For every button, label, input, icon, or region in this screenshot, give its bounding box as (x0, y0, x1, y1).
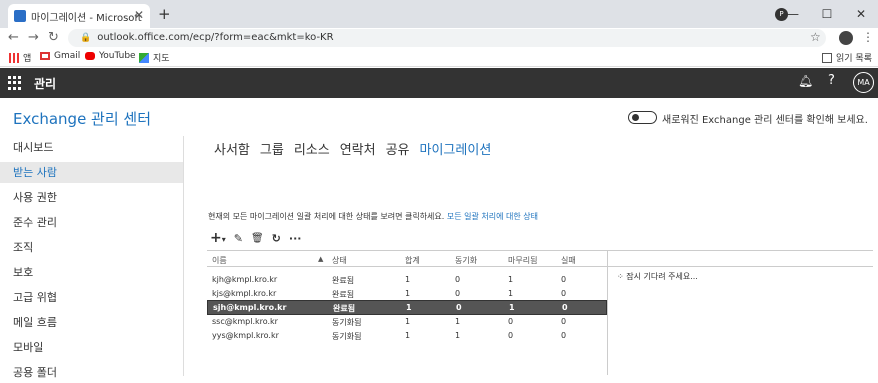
recipient-tabs: 사서함 그룹 리소스 연락처 공유 마이그레이션 (214, 139, 501, 158)
sidebar-item-protection[interactable]: 보호 (0, 262, 183, 283)
new-eac-toggle[interactable] (628, 111, 657, 124)
url-text: outlook.office.com/ecp/?form=eac&mkt=ko-… (97, 32, 334, 43)
col-failed[interactable]: 실패 (561, 255, 576, 266)
detail-loading: ⁘ 잠시 기다려 주세요... (617, 272, 698, 281)
reading-list[interactable]: 읽기 목록 (822, 51, 872, 64)
sidebar-item-permissions[interactable]: 사용 권한 (0, 187, 183, 208)
close-window-icon[interactable]: ✕ (844, 7, 878, 21)
table-header: 이름 ▲ 상태 합계 동기화 마무리됨 실패 (207, 250, 607, 267)
sidebar-item-dashboard[interactable]: 대시보드 (0, 137, 183, 158)
new-eac-toggle-label: 새로워진 Exchange 관리 센터를 확인해 보세요. (662, 115, 868, 126)
maximize-icon[interactable]: ☐ (810, 7, 844, 21)
avatar[interactable]: MA (853, 72, 874, 93)
back-icon[interactable]: ← (8, 30, 19, 45)
col-name[interactable]: 이름 (212, 255, 227, 266)
bookmark-youtube[interactable]: YouTube (85, 51, 136, 61)
notification-bell-icon[interactable]: 🔔︎ (798, 74, 813, 88)
maps-icon (139, 52, 149, 63)
tab-groups[interactable]: 그룹 (260, 139, 284, 158)
refresh-icon[interactable]: ↻ (272, 232, 281, 245)
sidebar-item-compliance[interactable]: 준수 관리 (0, 212, 183, 233)
info-text: 현재의 모든 마이그레이션 일괄 처리에 대한 상태를 보려면 클릭하세요. (208, 212, 445, 221)
app-name[interactable]: 관리 (34, 75, 56, 92)
spinner-icon: ⁘ (617, 272, 624, 281)
sort-asc-icon[interactable]: ▲ (318, 255, 323, 263)
all-batches-status-link[interactable]: 모든 일괄 처리에 대한 상태 (447, 212, 538, 221)
browser-tab-bar: 마이그레이션 - Microsoft Exchange ✕ + P — ☐ ✕ (0, 0, 878, 28)
page-title: Exchange 관리 센터 (13, 110, 152, 128)
forward-icon[interactable]: → (28, 30, 39, 45)
account-icon[interactable] (839, 31, 853, 45)
sidebar-item-advanced-threats[interactable]: 고급 위협 (0, 287, 183, 308)
sidebar-item-organization[interactable]: 조직 (0, 237, 183, 258)
minimize-icon[interactable]: — (776, 7, 810, 21)
address-bar-row: ← → ↻ 🔒 outlook.office.com/ecp/?form=eac&… (0, 28, 878, 48)
table-row[interactable]: yys@kmpl.kro.kr 동기화됨 1 1 0 0 (207, 329, 607, 342)
reload-icon[interactable]: ↻ (48, 30, 59, 45)
table-row-selected[interactable]: sjh@kmpl.kro.kr 완료됨 1 0 1 0 (207, 300, 607, 315)
table-row[interactable]: kjs@kmpl.kro.kr 완료됨 1 0 1 0 (207, 287, 607, 300)
bookmark-apps[interactable]: 앱 (9, 51, 31, 64)
sidebar-item-public-folders[interactable]: 공용 폴더 (0, 362, 183, 383)
help-icon[interactable]: ? (828, 73, 835, 88)
bookmarks-bar: 앱 Gmail YouTube 지도 읽기 목록 (0, 48, 878, 67)
new-tab-icon[interactable]: + (158, 5, 171, 23)
add-button[interactable]: +▾ (210, 230, 226, 246)
sidebar-divider (183, 136, 184, 376)
tab-contacts[interactable]: 연락처 (340, 139, 376, 158)
delete-icon[interactable]: 🗑 (251, 233, 264, 244)
gmail-icon (40, 52, 50, 60)
table-row[interactable]: ssc@kmpl.kro.kr 동기화됨 1 1 0 0 (207, 315, 607, 328)
tab-shared[interactable]: 공유 (386, 139, 410, 158)
toolbar: +▾ ✎ 🗑 ↻ ··· (210, 230, 301, 246)
sidebar-item-mobile[interactable]: 모바일 (0, 337, 183, 358)
sidebar-item-mail-flow[interactable]: 메일 흐름 (0, 312, 183, 333)
toggle-knob (632, 114, 639, 121)
tab-title: 마이그레이션 - Microsoft Exchange (31, 12, 143, 24)
reading-list-icon (822, 52, 832, 63)
app-top-bar: 관리 🔔︎ ? MA (0, 68, 878, 98)
tab-resources[interactable]: 리소스 (294, 139, 330, 158)
col-synced[interactable]: 동기화 (455, 255, 477, 266)
add-caret-icon: ▾ (221, 235, 226, 244)
add-icon: + (210, 230, 222, 246)
bookmark-maps[interactable]: 지도 (139, 51, 170, 64)
col-finalized[interactable]: 마무리됨 (508, 255, 537, 266)
app-launcher-icon[interactable] (8, 76, 22, 90)
sidebar-item-recipients[interactable]: 받는 사람 (0, 162, 183, 183)
apps-grid-icon (9, 52, 19, 63)
more-options-icon[interactable]: ··· (289, 232, 302, 245)
sidebar: 대시보드 받는 사람 사용 권한 준수 관리 조직 보호 고급 위협 메일 흐름… (0, 136, 183, 379)
youtube-icon (85, 52, 95, 60)
col-status[interactable]: 상태 (332, 255, 347, 266)
col-total[interactable]: 합계 (405, 255, 420, 266)
bookmark-gmail[interactable]: Gmail (40, 51, 80, 61)
browser-tab[interactable]: 마이그레이션 - Microsoft Exchange ✕ (8, 4, 150, 28)
window-controls: — ☐ ✕ (776, 0, 878, 28)
detail-pane-divider (607, 250, 608, 375)
exchange-favicon-icon (14, 10, 26, 22)
bookmark-star-icon[interactable]: ☆ (810, 30, 821, 44)
browser-menu-icon[interactable]: ⋮ (862, 30, 874, 44)
lock-icon: 🔒 (80, 33, 92, 43)
table-row[interactable]: kjh@kmpl.kro.kr 완료됨 1 0 1 0 (207, 273, 607, 286)
close-tab-icon[interactable]: ✕ (134, 8, 144, 22)
tab-migration[interactable]: 마이그레이션 (420, 139, 492, 158)
edit-icon[interactable]: ✎ (234, 232, 243, 245)
url-field[interactable]: 🔒 outlook.office.com/ecp/?form=eac&mkt=ko… (68, 29, 826, 47)
detail-pane-header (608, 250, 873, 267)
migration-info: 현재의 모든 마이그레이션 일괄 처리에 대한 상태를 보려면 클릭하세요. 모… (208, 211, 538, 222)
tab-mailboxes[interactable]: 사서함 (214, 139, 250, 158)
